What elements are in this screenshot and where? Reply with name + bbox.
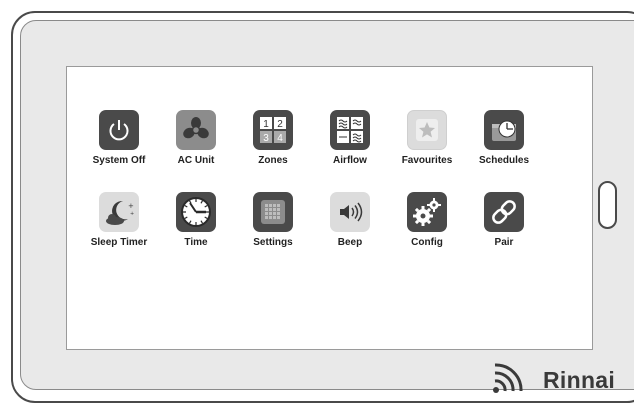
sleep-timer-label: Sleep Timer <box>90 237 148 248</box>
airflow-icon <box>330 110 370 150</box>
sleep-timer-tile[interactable]: + + Sleep Timer <box>87 192 151 248</box>
zone-digit-3: 3 <box>263 133 269 144</box>
beep-label: Beep <box>337 237 363 248</box>
settings-tile[interactable]: Settings <box>241 192 305 248</box>
speaker-icon <box>330 192 370 232</box>
power-icon <box>99 110 139 150</box>
zones-grid-icon: 1 2 3 4 <box>253 110 293 150</box>
keypad-icon <box>253 192 293 232</box>
fan-icon <box>176 110 216 150</box>
zone-digit-1: 1 <box>263 119 269 130</box>
zones-label: Zones <box>258 155 288 166</box>
schedules-label: Schedules <box>478 155 530 166</box>
brand-name: Rinnai <box>543 366 616 393</box>
airflow-label: Airflow <box>333 155 367 166</box>
moon-cloud-icon: + + <box>99 192 139 232</box>
calendar-clock-icon <box>484 110 524 150</box>
time-tile[interactable]: Time <box>164 192 228 248</box>
ac-unit-label: AC Unit <box>177 155 215 166</box>
time-label: Time <box>184 237 208 248</box>
favourites-label: Favourites <box>401 155 453 166</box>
link-icon <box>484 192 524 232</box>
config-tile[interactable]: Config <box>395 192 459 248</box>
clock-icon <box>176 192 216 232</box>
rinnai-logo: Rinnai <box>489 363 615 397</box>
airflow-tile[interactable]: Airflow <box>318 110 382 166</box>
svg-text:+: + <box>130 211 134 217</box>
schedules-tile[interactable]: Schedules <box>472 110 536 166</box>
settings-label: Settings <box>253 237 293 248</box>
zone-digit-2: 2 <box>277 119 283 130</box>
zones-tile[interactable]: 1 2 3 4 Zones <box>241 110 305 166</box>
pair-label: Pair <box>494 237 514 248</box>
gears-icon <box>407 192 447 232</box>
touch-screen: System Off AC Unit 1 2 3 4 Zones Airflow… <box>66 66 615 393</box>
wifi-signal-icon <box>493 363 523 393</box>
pair-tile[interactable]: Pair <box>472 192 536 248</box>
config-label: Config <box>411 237 443 248</box>
star-icon <box>407 110 447 150</box>
system-off-label: System Off <box>92 155 146 166</box>
zone-digit-4: 4 <box>277 133 283 144</box>
system-off-tile[interactable]: System Off <box>87 110 151 166</box>
favourites-tile[interactable]: Favourites <box>395 110 459 166</box>
beep-tile[interactable]: Beep <box>318 192 382 248</box>
svg-text:+: + <box>128 202 134 210</box>
home-button[interactable] <box>598 181 617 229</box>
ac-unit-tile[interactable]: AC Unit <box>164 110 228 166</box>
